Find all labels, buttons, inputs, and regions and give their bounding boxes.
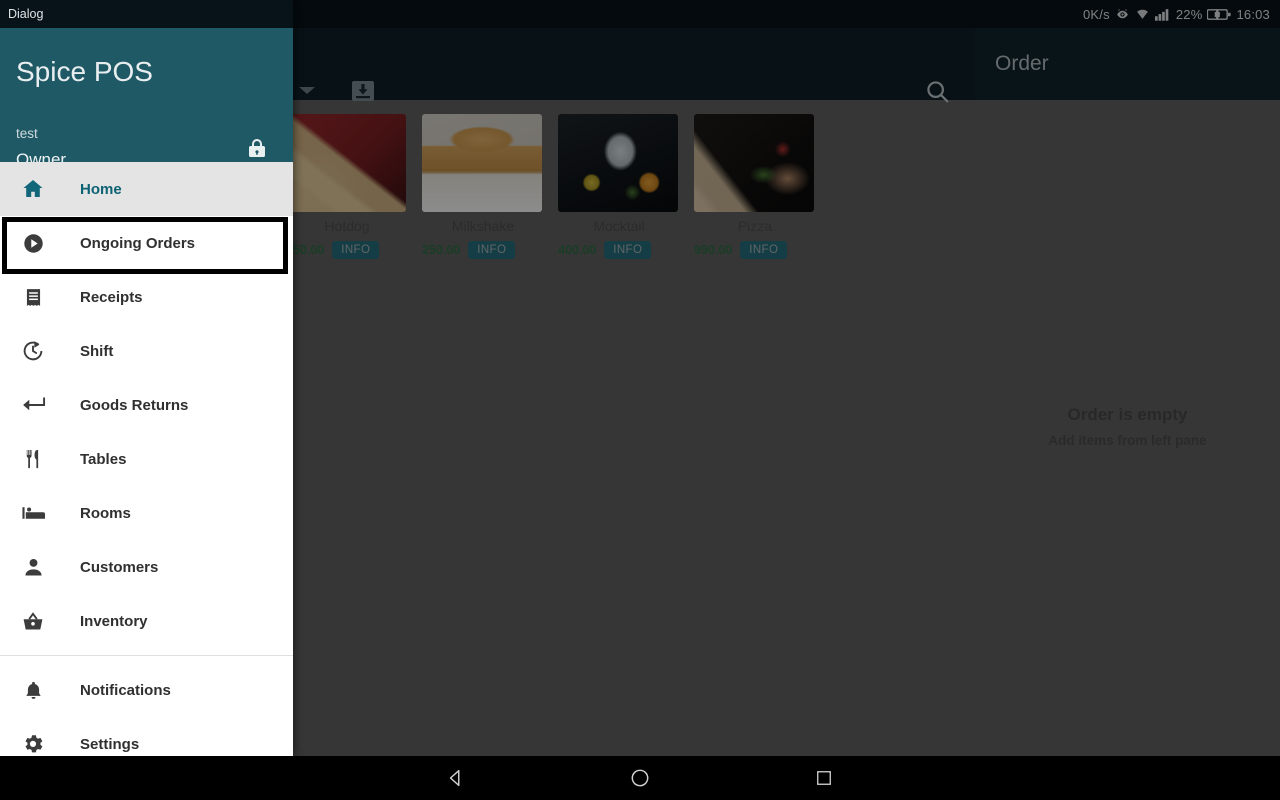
person-icon [18, 554, 48, 580]
navigation-drawer: Dialog Spice POS test Owner Home Ongoing … [0, 0, 293, 756]
sidebar-item-label: Rooms [80, 504, 131, 522]
sidebar-item-label: Settings [80, 735, 140, 753]
sidebar-item-customers[interactable]: Customers [0, 540, 293, 594]
bell-icon [18, 677, 48, 703]
user-name: test [16, 126, 38, 141]
sidebar-item-label: Receipts [80, 288, 143, 306]
sidebar-item-label: Home [80, 180, 122, 198]
play-circle-icon [18, 230, 48, 256]
brand-title: Spice POS [16, 56, 153, 87]
basket-icon [18, 608, 48, 634]
drawer-header: Spice POS test Owner [0, 28, 293, 169]
sidebar-item-label: Ongoing Orders [80, 234, 196, 252]
cutlery-icon [18, 446, 48, 472]
sidebar-item-receipts[interactable]: Receipts [0, 270, 293, 324]
sidebar-item-goods-returns[interactable]: Goods Returns [0, 378, 293, 432]
sidebar-item-ongoing-orders[interactable]: Ongoing Orders [0, 216, 293, 270]
sidebar-item-label: Customers [80, 558, 159, 576]
sidebar-item-inventory[interactable]: Inventory [0, 594, 293, 648]
sidebar-item-label: Shift [80, 342, 114, 360]
sidebar-item-label: Tables [80, 450, 127, 468]
sidebar-item-home[interactable]: Home [0, 162, 293, 216]
drawer-menu: Home Ongoing Orders Receipts Shift Goods Ret… [0, 162, 293, 756]
sidebar-item-rooms[interactable]: Rooms [0, 486, 293, 540]
back-triangle-icon[interactable] [439, 761, 473, 795]
dialog-label: Dialog [8, 7, 44, 21]
lock-icon[interactable] [245, 136, 269, 160]
sidebar-item-notifications[interactable]: Notifications [0, 663, 293, 717]
clock-rotate-icon [18, 338, 48, 364]
home-circle-icon[interactable] [623, 761, 657, 795]
receipt-icon [18, 284, 48, 310]
android-nav-bar [0, 756, 1280, 800]
recents-square-icon[interactable] [807, 761, 841, 795]
sidebar-item-settings[interactable]: Settings [0, 717, 293, 756]
menu-divider [0, 655, 293, 656]
sidebar-item-label: Notifications [80, 681, 171, 699]
home-icon [18, 176, 48, 202]
sidebar-item-label: Goods Returns [80, 396, 189, 414]
bed-icon [18, 500, 48, 526]
drawer-status-bar: Dialog [0, 0, 293, 28]
screen-root: 0K/s 22% 16:03 Order Hotdog 250.00 INFO … [0, 0, 1280, 800]
gear-icon [18, 731, 48, 756]
sidebar-item-shift[interactable]: Shift [0, 324, 293, 378]
sidebar-item-label: Inventory [80, 612, 148, 630]
sidebar-item-tables[interactable]: Tables [0, 432, 293, 486]
return-arrow-icon [18, 392, 48, 418]
